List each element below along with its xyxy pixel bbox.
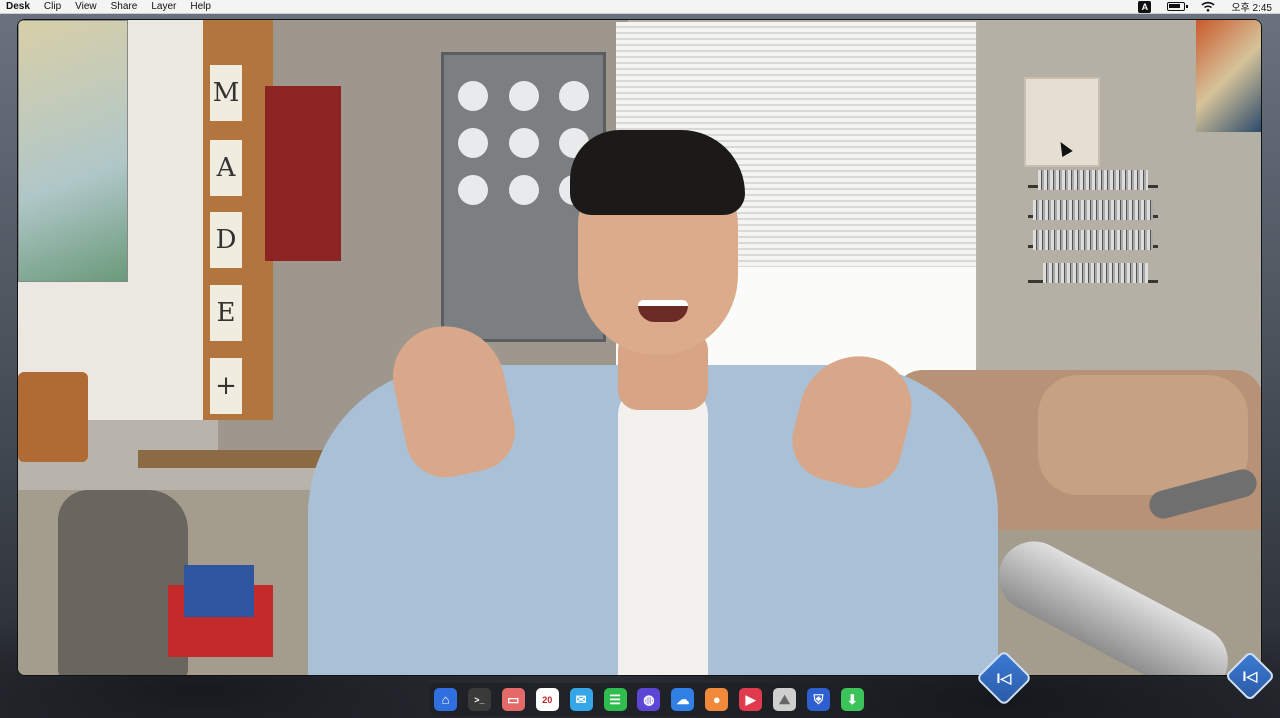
mail-icon[interactable]: ✉ (569, 688, 593, 711)
menu-view[interactable]: View (68, 0, 104, 14)
menu-clip[interactable]: Clip (37, 0, 68, 14)
scene-records (1033, 230, 1153, 250)
scene-chair (18, 372, 88, 462)
card-icon[interactable]: ▭ (501, 688, 525, 711)
menu-help[interactable]: Help (183, 0, 218, 14)
home-icon[interactable]: ⌂ (434, 688, 457, 711)
scene-records (1033, 200, 1153, 220)
browser-icon[interactable]: ◍ (637, 688, 661, 711)
menu-list: Desk Clip View Share Layer Help (0, 0, 218, 14)
terminal-icon[interactable]: >_ (467, 688, 491, 711)
door-hole (509, 81, 539, 111)
menu-desk[interactable]: Desk (4, 0, 37, 14)
dock: ⌂ >_ ▭ 20 ✉ ☰ ◍ ☁ ● ▶ ⛰ ⛨ ⬇ (429, 683, 869, 716)
scene-records (1038, 170, 1148, 190)
sign-letter: D (210, 212, 242, 268)
scene-painting (18, 20, 128, 282)
person-hair (570, 130, 745, 215)
video-frame: M A D E + (18, 20, 1261, 675)
scene-blue-box (184, 565, 254, 617)
status-area: A 오후 2:45 (1138, 0, 1280, 14)
menu-share[interactable]: Share (104, 0, 145, 14)
calendar-icon[interactable]: 20 (535, 688, 559, 711)
scene-counter (138, 450, 333, 468)
scene-made-sign: M A D E + (203, 20, 273, 420)
shield-icon[interactable]: ⛨ (806, 688, 830, 711)
menu-clock[interactable]: 오후 2:45 (1231, 0, 1272, 14)
photos-icon[interactable]: ⛰ (773, 688, 797, 711)
scene-painting-right (1196, 20, 1261, 132)
sign-letter: E (210, 285, 242, 341)
chat-icon[interactable]: ☰ (603, 688, 627, 711)
download-icon[interactable]: ⬇ (840, 688, 864, 711)
menu-layer[interactable]: Layer (144, 0, 183, 14)
wifi-icon[interactable] (1201, 1, 1215, 12)
person-mouth (638, 300, 688, 322)
video-player-icon[interactable]: ▶ (739, 688, 763, 711)
scene-records (1043, 263, 1148, 283)
video-window[interactable]: M A D E + (17, 19, 1262, 676)
door-hole (458, 81, 488, 111)
sign-letter: M (210, 65, 242, 121)
person-tshirt (618, 385, 708, 675)
battery-icon[interactable] (1167, 2, 1189, 11)
video-person (308, 130, 998, 675)
input-method-indicator[interactable]: A (1138, 0, 1152, 13)
sign-letter: + (210, 358, 242, 414)
contacts-icon[interactable]: ● (705, 688, 729, 711)
menu-bar: Desk Clip View Share Layer Help A 오후 2:4… (0, 0, 1280, 14)
door-hole (559, 81, 589, 111)
cloud-icon[interactable]: ☁ (671, 688, 695, 711)
sign-letter: A (210, 140, 242, 196)
